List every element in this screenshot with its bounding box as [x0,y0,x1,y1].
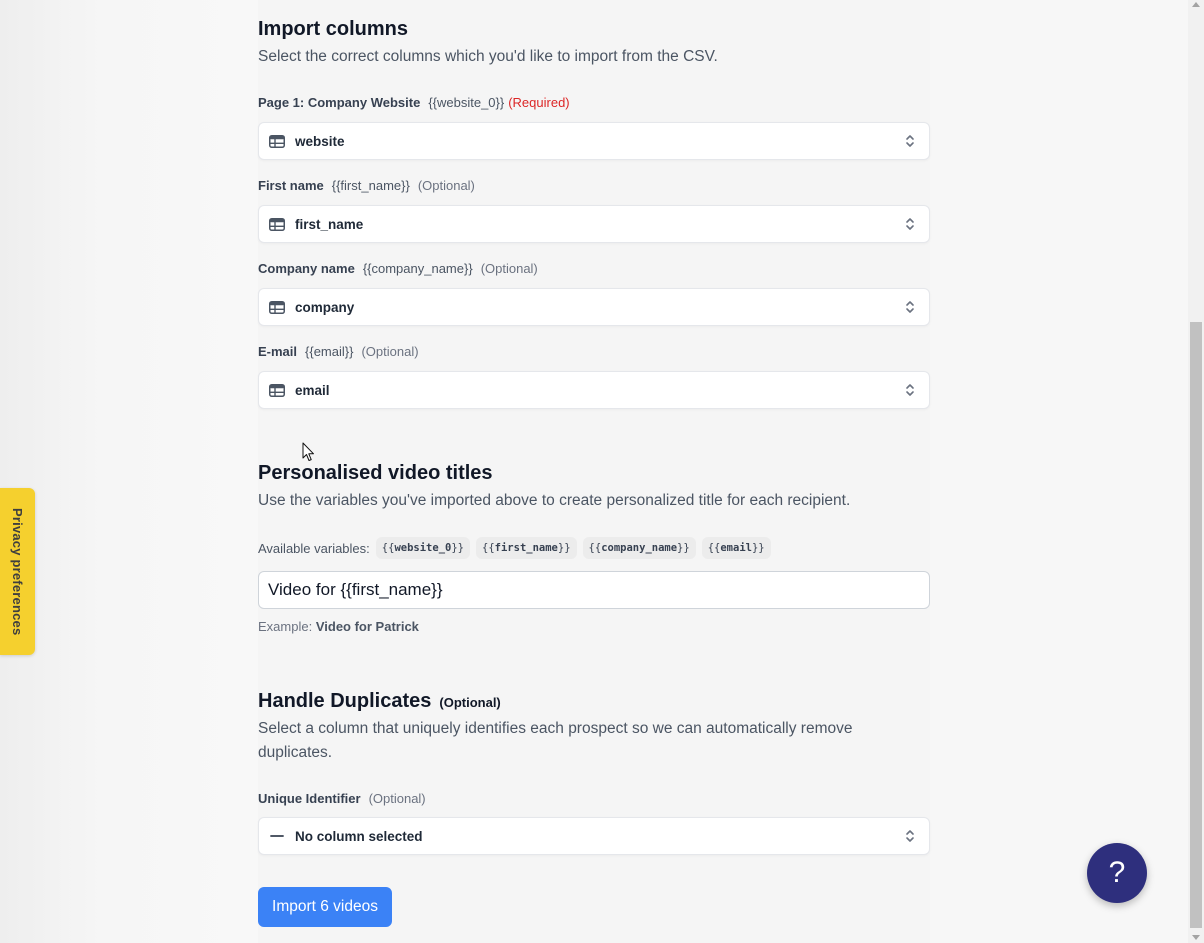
select-value: company [295,299,355,315]
field-variable: {{website_0}} [428,95,505,110]
duplicates-heading: Handle Duplicates (Optional) [258,689,501,713]
required-tag: (Required) [508,95,570,110]
chevron-up-down-icon [903,827,917,845]
field-label-first-name: First name {{first_name}} (Optional) [258,177,475,195]
chip-open: {{ [381,542,395,554]
company-name-select[interactable]: company [258,288,930,326]
optional-tag: (Optional) [480,261,538,276]
field-name: Unique Identifier [258,791,361,806]
import-videos-button[interactable]: Import 6 videos [258,887,392,927]
field-label-unique-identifier: Unique Identifier (Optional) [258,790,426,808]
variable-chip-first-name[interactable]: {{first_name}} [476,537,577,559]
field-name: Company name [258,261,355,276]
import-columns-title: Import columns [258,18,409,40]
chevron-up-down-icon [903,298,917,316]
chip-name: email [720,542,752,554]
chevron-up-down-icon [903,381,917,399]
field-name: First name [258,178,324,193]
chip-close: }} [677,542,690,554]
duplicates-title: Handle Duplicates [258,690,432,712]
first-name-select[interactable]: first_name [258,205,930,243]
chip-open: {{ [588,542,602,554]
available-variables-label: Available variables: [258,540,370,556]
chip-name: website_0 [394,542,452,554]
optional-tag: (Optional) [368,791,426,806]
optional-tag: (Optional) [361,344,419,359]
field-name: E-mail [258,344,298,359]
chip-open: {{ [707,542,721,554]
video-titles-description: Use the variables you've imported above … [258,492,851,509]
duplicates-description-line1: Select a column that uniquely identifies… [258,720,853,737]
chevron-up-down-icon [903,132,917,150]
page-background-right [930,0,1188,943]
variable-chip-company-name[interactable]: {{company_name}} [582,537,696,559]
duplicates-description-line2: duplicates. [258,744,333,761]
optional-tag: (Optional) [417,178,475,193]
scrollbar-thumb[interactable] [1190,322,1202,928]
select-value: email [295,382,330,398]
field-name: Page 1: Company Website [258,95,421,110]
chip-name: first_name [494,542,558,554]
table-icon [269,382,285,398]
scrollbar[interactable] [1188,0,1204,943]
chip-close: }} [451,542,464,554]
email-select[interactable]: email [258,371,930,409]
example-value: Video for Patrick [315,619,419,634]
variable-chip-website[interactable]: {{website_0}} [375,537,470,559]
field-variable: {{email}} [305,344,354,359]
example-label: Example: [258,619,313,634]
video-titles-title: Personalised video titles [258,462,493,484]
dash-icon [269,828,285,844]
scroll-down-arrow-icon[interactable] [1192,935,1200,940]
chip-open: {{ [482,542,495,554]
mouse-cursor-icon [302,442,315,467]
import-columns-description: Select the correct columns which you'd l… [258,48,718,65]
field-label-company-website: Page 1: Company Website {{website_0}} (R… [258,94,570,112]
duplicates-optional-tag: (Optional) [439,695,501,710]
company-website-select[interactable]: website [258,122,930,160]
table-icon [269,133,285,149]
table-icon [269,216,285,232]
chip-close: }} [751,542,765,554]
variable-chip-email[interactable]: {{email}} [701,537,771,559]
select-value: No column selected [295,828,423,844]
table-icon [269,299,285,315]
field-variable: {{first_name}} [331,178,410,193]
scroll-up-arrow-icon[interactable] [1192,2,1200,7]
privacy-preferences-tab[interactable]: Privacy preferences [0,488,35,655]
field-label-company-name: Company name {{company_name}} (Optional) [258,260,538,278]
chip-name: company_name [601,542,678,554]
title-example: Example: Video for Patrick [258,619,419,634]
chip-close: }} [557,542,571,554]
select-value: first_name [295,216,364,232]
page-background-left [0,0,258,943]
unique-identifier-select[interactable]: No column selected [258,817,930,855]
video-title-input[interactable]: Video for {{first_name}} [258,571,930,609]
field-label-email: E-mail {{email}} (Optional) [258,343,419,361]
field-variable: {{company_name}} [362,261,473,276]
privacy-preferences-label: Privacy preferences [10,507,25,636]
available-variables: Available variables: {{website_0}} {{fir… [258,537,771,559]
select-value: website [295,133,345,149]
chevron-up-down-icon [903,215,917,233]
help-button[interactable]: ? [1087,843,1147,903]
